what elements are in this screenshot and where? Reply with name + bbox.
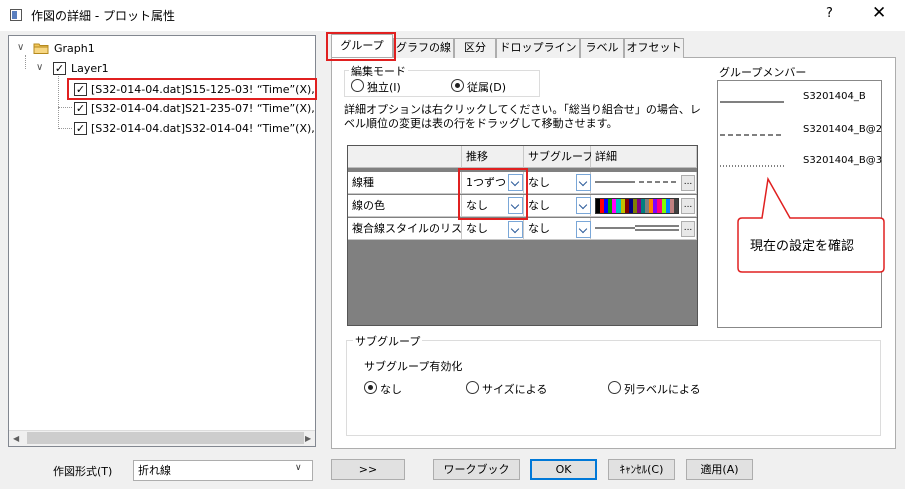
- grid-header-corner: [348, 146, 462, 168]
- members-label: グループメンバー: [719, 66, 807, 79]
- plot-checkbox[interactable]: ✓: [74, 122, 87, 135]
- ok-button[interactable]: OK: [530, 459, 597, 480]
- compound-line-style: [595, 224, 679, 237]
- folder-icon: [33, 42, 49, 54]
- radio-label-dependent: 従属(D): [467, 81, 507, 94]
- chevron-down-icon[interactable]: [576, 174, 591, 191]
- more-button[interactable]: ...: [681, 221, 695, 237]
- tab-division[interactable]: 区分: [454, 38, 496, 58]
- plot-checkbox[interactable]: ✓: [74, 83, 87, 96]
- radio-dependent[interactable]: [451, 79, 464, 92]
- subgroup-enable-label: サブグループ有効化: [364, 360, 463, 373]
- more-button[interactable]: ...: [681, 175, 695, 191]
- member-item: S3201404_B@2: [803, 124, 883, 135]
- grid-row-name: 線の色: [348, 195, 462, 217]
- member-line-solid: [720, 94, 784, 107]
- highlight-box-transition: [458, 168, 528, 220]
- member-line-dash: [720, 127, 784, 140]
- cancel-button[interactable]: ｷｬﾝｾﾙ(C): [608, 459, 675, 480]
- tab-label[interactable]: ラベル: [580, 38, 624, 58]
- tree-item-graph[interactable]: Graph1: [54, 42, 95, 55]
- radio-label-none: なし: [380, 383, 402, 396]
- scroll-right-icon[interactable]: ▶: [305, 434, 311, 443]
- member-item: S3201404_B@3: [803, 155, 883, 166]
- workbook-button[interactable]: ワークブック: [433, 459, 520, 480]
- tree-item-layer[interactable]: Layer1: [71, 62, 109, 75]
- help-button[interactable]: ?: [826, 6, 833, 21]
- radio-label-size: サイズによる: [482, 383, 548, 396]
- plot-checkbox[interactable]: ✓: [74, 102, 87, 115]
- chevron-down-icon[interactable]: ∨: [295, 463, 302, 473]
- tab-drop-lines[interactable]: ドロップライン: [496, 38, 580, 58]
- radio-label-column-label: 列ラベルによる: [624, 383, 701, 396]
- chevron-down-icon[interactable]: [576, 221, 591, 238]
- radio-subgroup-none[interactable]: [364, 381, 377, 394]
- chevron-down-icon[interactable]: [508, 221, 523, 238]
- edit-mode-legend: 編集モード: [349, 63, 408, 79]
- grid-row-name: 複合線スタイルのリスト: [348, 218, 462, 240]
- grid-row-name: 線種: [348, 172, 462, 194]
- plot-type-label: 作図形式(T): [53, 465, 113, 478]
- member-item: S3201404_B: [803, 91, 866, 102]
- subgroup-legend: サブグループ: [353, 333, 423, 349]
- highlight-box-tab: [326, 32, 396, 61]
- callout-bubble: [730, 176, 890, 279]
- radio-subgroup-size[interactable]: [466, 381, 479, 394]
- tree-item-plot[interactable]: [S32-014-04.dat]S21-235-07! “Time”(X), “…: [91, 102, 315, 115]
- chevron-down-icon[interactable]: [576, 197, 591, 214]
- close-button[interactable]: ✕: [872, 3, 886, 23]
- radio-independent[interactable]: [351, 79, 364, 92]
- window-icon: [10, 9, 22, 21]
- tab-line[interactable]: グラフの線: [393, 38, 454, 58]
- collapse-icon[interactable]: ∨: [17, 42, 24, 53]
- more-button[interactable]: ...: [681, 198, 695, 214]
- apply-button[interactable]: 適用(A): [686, 459, 753, 480]
- tree-connector: [58, 76, 59, 129]
- radio-label-independent: 独立(I): [367, 81, 401, 94]
- grid-header-detail[interactable]: 詳細: [591, 146, 697, 168]
- window-title: 作図の詳細 - プロット属性: [31, 9, 175, 23]
- tree-connector: [58, 128, 72, 129]
- expand-button[interactable]: >>: [331, 459, 405, 480]
- color-sequence: [595, 198, 679, 214]
- collapse-icon[interactable]: ∨: [36, 62, 43, 73]
- layer-checkbox[interactable]: ✓: [53, 62, 66, 75]
- plot-type-select[interactable]: 折れ線: [133, 460, 313, 481]
- color-swatch: [673, 199, 678, 213]
- tree-connector: [25, 55, 26, 69]
- member-line-dot: [720, 158, 784, 171]
- line-style-sequence: [595, 176, 679, 191]
- tab-offset[interactable]: オフセット: [624, 38, 684, 58]
- scrollbar-thumb[interactable]: [27, 432, 304, 444]
- description-line-2: ベル順位の変更は表の行をドラッグして移動させます。: [344, 117, 618, 130]
- tree-item-plot[interactable]: [S32-014-04.dat]S15-125-03! “Time”(X), “…: [91, 83, 315, 96]
- radio-subgroup-column-label[interactable]: [608, 381, 621, 394]
- callout-text: 現在の設定を確認: [750, 239, 855, 254]
- scroll-left-icon[interactable]: ◀: [13, 434, 19, 443]
- grid-header-transition[interactable]: 推移: [462, 146, 524, 168]
- grid-header-subgroup[interactable]: サブグループ: [524, 146, 593, 168]
- tree-connector: [58, 107, 72, 108]
- tree-item-plot[interactable]: [S32-014-04.dat]S32-014-04! “Time”(X), “…: [91, 122, 315, 135]
